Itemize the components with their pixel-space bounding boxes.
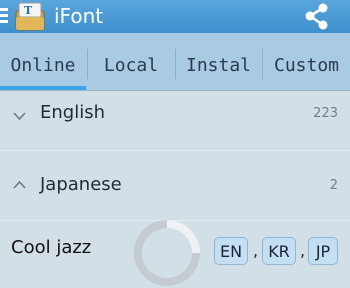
share-icon[interactable] [303,3,331,30]
divider [0,150,350,151]
loading-spinner-icon [134,220,200,286]
tab-install[interactable]: Instal [176,33,261,91]
menu-icon[interactable] [0,8,8,24]
tab-custom[interactable]: Custom [263,33,350,91]
chevron-up-icon [13,181,26,189]
svg-text:T: T [24,4,33,17]
language-badge-en: EN [214,237,248,265]
app-title: iFont [54,4,104,28]
tab-online[interactable]: Online [0,33,86,91]
group-count: 223 [313,106,338,121]
action-bar: T iFont [0,0,350,33]
language-badge-jp: JP [308,237,338,265]
tab-bar: Online Local Instal Custom [0,33,350,91]
tab-local[interactable]: Local [88,33,174,91]
app-icon[interactable]: T [15,2,45,31]
language-badge-kr: KR [262,237,296,265]
font-item-name[interactable]: Cool jazz [11,237,91,258]
group-label: English [40,102,105,123]
group-japanese[interactable]: Japanese 2 [0,160,350,212]
group-label: Japanese [40,174,122,195]
group-english[interactable]: English 223 [0,90,350,142]
group-count: 2 [329,178,338,193]
language-separator: , [300,241,306,260]
chevron-down-icon [13,112,26,120]
language-separator: , [253,241,259,260]
